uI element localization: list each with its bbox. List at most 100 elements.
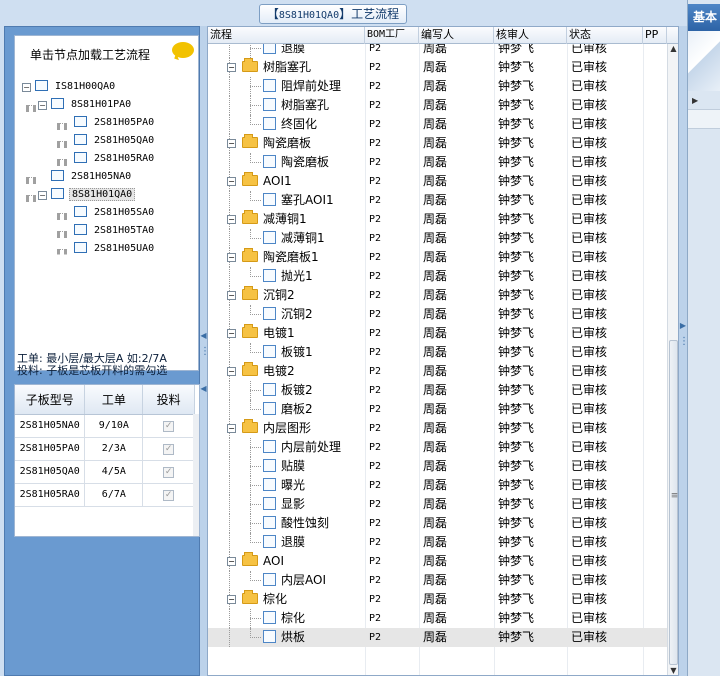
process-step-row[interactable]: 退膜 P2 周磊 钟梦飞 已审核 [208, 533, 667, 552]
tree-node[interactable]: 2S81H05QA0 [74, 133, 156, 149]
collapse-left-icon[interactable]: ◀ [200, 331, 207, 340]
process-step-row[interactable]: 陶瓷磨板 P2 周磊 钟梦飞 已审核 [208, 153, 667, 172]
process-step-row[interactable]: 树脂塞孔 P2 周磊 钟梦飞 已审核 [208, 96, 667, 115]
left-splitter[interactable]: ◀ ⋮ ◀ [200, 26, 210, 676]
process-step-row[interactable]: 抛光1 P2 周磊 钟梦飞 已审核 [208, 267, 667, 286]
process-group-row[interactable]: − 树脂塞孔 P2 周磊 钟梦飞 已审核 [208, 58, 667, 77]
collapse-node-icon[interactable]: − [38, 101, 47, 110]
collapse-group-icon[interactable]: − [227, 253, 236, 262]
sub-table-row[interactable]: 2S81H05QA0 4/5A ✓ [15, 460, 195, 484]
sub-table-row[interactable]: 2S81H05RA0 6/7A ✓ [15, 483, 195, 507]
reviewer-cell: 钟梦飞 [498, 326, 535, 340]
collapse-node-icon[interactable]: − [22, 83, 31, 92]
process-group-row[interactable]: − 陶瓷磨板 P2 周磊 钟梦飞 已审核 [208, 134, 667, 153]
scroll-up-icon[interactable]: ▲ [668, 44, 678, 55]
tree-node[interactable]: 2S81H05TA0 [74, 223, 156, 239]
process-group-row[interactable]: − AOI1 P2 周磊 钟梦飞 已审核 [208, 172, 667, 191]
process-flow-grid: 流程 BOM工厂 编写人 核审人 状态 PP 退膜 P2 周磊 钟梦飞 已审核 − 树脂塞孔… [207, 26, 679, 676]
process-name-cell: 树脂塞孔 [263, 96, 365, 115]
checkbox-icon[interactable]: ✓ [163, 443, 175, 455]
tree-node[interactable]: 2S81H05NA0 [51, 169, 133, 185]
scroll-down-icon[interactable]: ▼ [668, 666, 678, 675]
sub-order-cell[interactable]: 2/3A [84, 437, 144, 461]
process-step-row[interactable]: 酸性蚀刻 P2 周磊 钟梦飞 已审核 [208, 514, 667, 533]
process-group-row[interactable]: − 电镀2 P2 周磊 钟梦飞 已审核 [208, 362, 667, 381]
collapse-group-icon[interactable]: − [227, 557, 236, 566]
collapse-group-icon[interactable]: − [227, 177, 236, 186]
process-step-row[interactable]: 阻焊前处理 P2 周磊 钟梦飞 已审核 [208, 77, 667, 96]
writer-cell: 周磊 [423, 459, 448, 473]
process-group-row[interactable]: − AOI P2 周磊 钟梦飞 已审核 [208, 552, 667, 571]
process-step-row[interactable]: 棕化 P2 周磊 钟梦飞 已审核 [208, 609, 667, 628]
writer-cell: 周磊 [423, 269, 448, 283]
process-step-row[interactable]: 内层前处理 P2 周磊 钟梦飞 已审核 [208, 438, 667, 457]
scroll-thumb[interactable] [669, 340, 678, 665]
collapse-group-icon[interactable]: − [227, 291, 236, 300]
collapse-group-icon[interactable]: − [227, 595, 236, 604]
col-header-writer[interactable]: 编写人 [419, 27, 494, 44]
collapse-left-icon-2[interactable]: ◀ [200, 384, 207, 393]
splitter-grip-icon[interactable]: ⋮ [679, 336, 689, 347]
process-step-row[interactable]: 内层AOI P2 周磊 钟梦飞 已审核 [208, 571, 667, 590]
collapse-right-icon[interactable]: ▶ [679, 321, 687, 330]
tree-node[interactable]: 2S81H05PA0 [74, 115, 156, 131]
checkbox-icon[interactable]: ✓ [163, 489, 175, 501]
process-step-row[interactable]: 板镀2 P2 周磊 钟梦飞 已审核 [208, 381, 667, 400]
collapse-group-icon[interactable]: − [227, 215, 236, 224]
reviewer-cell: 钟梦飞 [498, 421, 535, 435]
sub-table-scrollbar[interactable] [193, 414, 199, 536]
process-step-row[interactable]: 磨板2 P2 周磊 钟梦飞 已审核 [208, 400, 667, 419]
process-step-row[interactable]: 退膜 P2 周磊 钟梦飞 已审核 [208, 44, 667, 58]
process-group-row[interactable]: − 棕化 P2 周磊 钟梦飞 已审核 [208, 590, 667, 609]
process-group-row[interactable]: − 内层图形 P2 周磊 钟梦飞 已审核 [208, 419, 667, 438]
process-step-row[interactable]: 贴膜 P2 周磊 钟梦飞 已审核 [208, 457, 667, 476]
tree-node[interactable]: 8S81H01QA0 [51, 187, 136, 203]
tree-node[interactable]: IS81H00QA0 [35, 79, 117, 95]
col-header-pp[interactable]: PP [643, 27, 667, 44]
col-header-bom-factory[interactable]: BOM工厂 [365, 27, 419, 44]
sub-table-row[interactable]: 2S81H05NA0 9/10A ✓ [15, 414, 195, 438]
tree-connector [229, 514, 230, 533]
col-header-model[interactable]: 子板型号 [15, 385, 86, 415]
collapse-group-icon[interactable]: − [227, 139, 236, 148]
process-step-row[interactable]: 烘板 P2 周磊 钟梦飞 已审核 [208, 628, 667, 647]
checkbox-icon[interactable]: ✓ [163, 466, 175, 478]
sub-table-row[interactable]: 2S81H05PA0 2/3A ✓ [15, 437, 195, 461]
tree-node[interactable]: 2S81H05RA0 [74, 151, 156, 167]
process-group-row[interactable]: − 沉铜2 P2 周磊 钟梦飞 已审核 [208, 286, 667, 305]
process-step-row[interactable]: 终固化 P2 周磊 钟梦飞 已审核 [208, 115, 667, 134]
checkbox-icon[interactable]: ✓ [163, 420, 175, 432]
grid-scrollbar[interactable]: ▲ ▼ [667, 44, 678, 675]
process-step-row[interactable]: 曝光 P2 周磊 钟梦飞 已审核 [208, 476, 667, 495]
right-panel-row[interactable] [688, 109, 720, 129]
sub-order-cell[interactable]: 9/10A [84, 414, 144, 438]
col-header-reviewer[interactable]: 核审人 [494, 27, 567, 44]
tree-node[interactable]: 2S81H05SA0 [74, 205, 156, 221]
process-group-row[interactable]: − 电镀1 P2 周磊 钟梦飞 已审核 [208, 324, 667, 343]
col-header-process[interactable]: 流程 [208, 27, 365, 44]
right-splitter[interactable]: ▶ ⋮ [679, 26, 689, 676]
process-step-row[interactable]: 板镀1 P2 周磊 钟梦飞 已审核 [208, 343, 667, 362]
bom-factory-cell: P2 [369, 366, 382, 377]
sub-order-cell[interactable]: 6/7A [84, 483, 144, 507]
collapse-node-icon[interactable]: − [38, 191, 47, 200]
process-step-row[interactable]: 塞孔AOI1 P2 周磊 钟梦飞 已审核 [208, 191, 667, 210]
process-step-row[interactable]: 减薄铜1 P2 周磊 钟梦飞 已审核 [208, 229, 667, 248]
process-step-row[interactable]: 沉铜2 P2 周磊 钟梦飞 已审核 [208, 305, 667, 324]
col-header-order[interactable]: 工单 [84, 385, 144, 415]
tree-connector [57, 213, 67, 217]
collapse-group-icon[interactable]: − [227, 63, 236, 72]
tab-basic[interactable]: 基本 [688, 4, 720, 31]
process-step-row[interactable]: 显影 P2 周磊 钟梦飞 已审核 [208, 495, 667, 514]
col-header-status[interactable]: 状态 [567, 27, 643, 44]
splitter-grip-icon[interactable]: ⋮ [200, 346, 210, 357]
process-group-row[interactable]: − 减薄铜1 P2 周磊 钟梦飞 已审核 [208, 210, 667, 229]
col-header-feed[interactable]: 投料 [142, 385, 195, 415]
process-group-row[interactable]: − 陶瓷磨板1 P2 周磊 钟梦飞 已审核 [208, 248, 667, 267]
sub-order-cell[interactable]: 4/5A [84, 460, 144, 484]
collapse-group-icon[interactable]: − [227, 424, 236, 433]
collapse-group-icon[interactable]: − [227, 367, 236, 376]
collapse-group-icon[interactable]: − [227, 329, 236, 338]
tree-node[interactable]: 8S81H01PA0 [51, 97, 133, 113]
tree-node[interactable]: 2S81H05UA0 [74, 241, 156, 257]
